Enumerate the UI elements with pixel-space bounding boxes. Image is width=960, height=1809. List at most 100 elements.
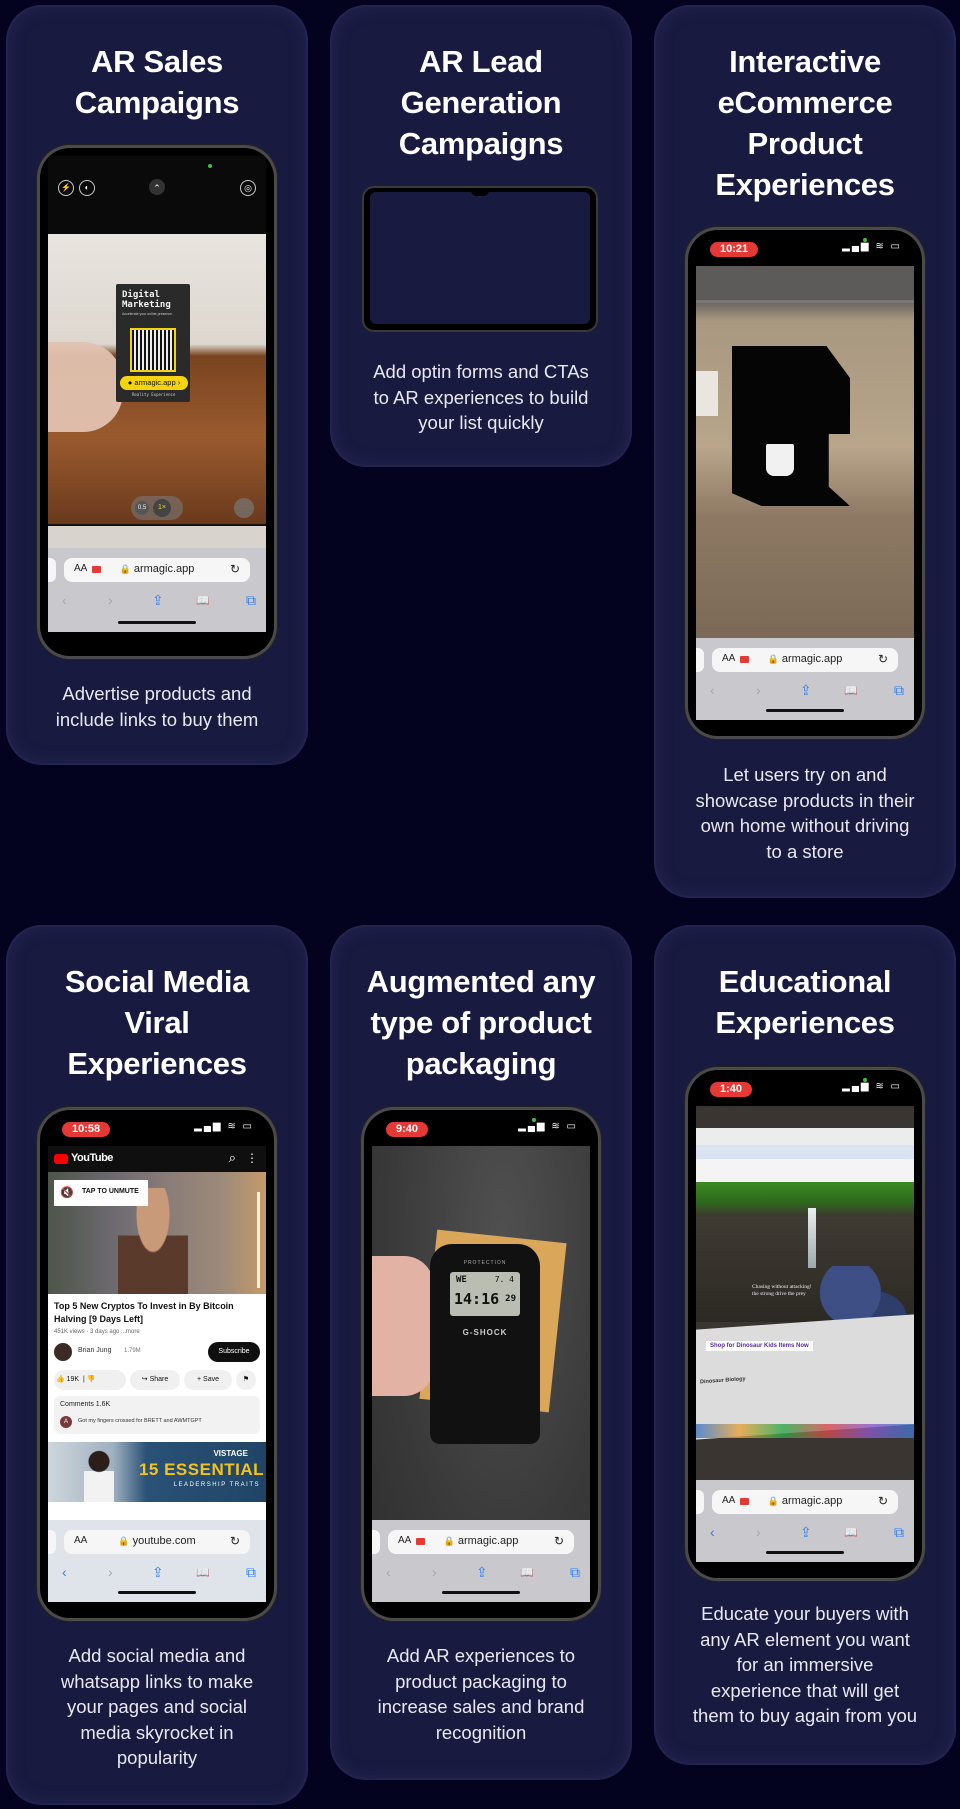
- address-bar[interactable]: AA 🔒 armagic.app ↻: [64, 558, 250, 582]
- tabs-icon[interactable]: ⧉: [894, 1524, 904, 1541]
- safari-nav-row: ‹ › ⇪ 📖 ⧉: [696, 1524, 914, 1544]
- lock-icon: 🔒: [767, 654, 779, 664]
- ad-subline: LEADERSHIP TRAITS: [173, 1482, 260, 1488]
- youtube-logo-icon: [54, 1154, 68, 1164]
- address-bar[interactable]: AA 🔒 armagic.app ↻: [712, 1490, 898, 1514]
- lock-icon: 🔒: [767, 1496, 779, 1506]
- comments-box[interactable]: Comments 1.6K A Got my fingers crossed f…: [54, 1396, 260, 1434]
- card-description: Add social media and whatsapp links to m…: [60, 1645, 254, 1768]
- tabs-icon[interactable]: ⧉: [246, 592, 256, 609]
- vistage-ad-banner[interactable]: VISTAGE 15 ESSENTIAL LEADERSHIP TRAITS: [48, 1442, 266, 1502]
- share-icon[interactable]: ⇪: [800, 1524, 812, 1541]
- tap-to-unmute-button[interactable]: 🔇 TAP TO UNMUTE: [54, 1180, 148, 1206]
- forward-icon[interactable]: ›: [756, 682, 761, 698]
- watch-date: 7. 4: [494, 1275, 514, 1284]
- back-icon[interactable]: ‹: [62, 592, 67, 608]
- address-bar[interactable]: AA 🔒 armagic.app ↻: [712, 648, 898, 672]
- share-icon[interactable]: ⇪: [476, 1564, 488, 1581]
- zoom-controls: 0.5 1×: [131, 496, 183, 520]
- camera-settings-icon[interactable]: ◎: [240, 180, 256, 196]
- home-indicator: [766, 709, 844, 712]
- channel-avatar[interactable]: [54, 1343, 72, 1361]
- zoom-1x-button[interactable]: 1×: [153, 499, 171, 517]
- like-button[interactable]: 👍 19K | 👎: [54, 1370, 126, 1390]
- video-meta: 451K views · 3 days ago ...more: [54, 1329, 140, 1335]
- armagic-cta-pill[interactable]: ● armagic.app ›: [120, 376, 188, 390]
- tabs-icon[interactable]: ⧉: [570, 1564, 580, 1581]
- status-bar: 10:21 ▂▄▆ ≋ ▭: [688, 230, 922, 264]
- bookmarks-icon[interactable]: 📖: [844, 1526, 858, 1539]
- forward-icon[interactable]: ›: [756, 1524, 761, 1540]
- share-button[interactable]: ↪ Share: [130, 1370, 180, 1390]
- safari-toolbar: AA 🔒 armagic.app ↻ ‹ › ⇪ 📖 ⧉: [696, 1480, 914, 1562]
- waterfall: [808, 1208, 816, 1268]
- bookmarks-icon[interactable]: 📖: [196, 1566, 210, 1579]
- article-heading: Dinosaur Biology: [700, 1376, 746, 1386]
- chevron-up-icon[interactable]: ⌃: [149, 179, 165, 195]
- mute-icon: 🔇: [60, 1187, 74, 1199]
- url-text: armagic.app: [457, 1535, 519, 1547]
- back-icon[interactable]: ‹: [386, 1564, 391, 1580]
- share-icon[interactable]: ⇪: [152, 592, 164, 609]
- previous-tab-stub: [48, 1530, 56, 1554]
- live-photo-icon[interactable]: ◐: [79, 180, 95, 196]
- home-indicator: [118, 1591, 196, 1594]
- bookmarks-icon[interactable]: 📖: [196, 594, 210, 607]
- forward-icon[interactable]: ›: [432, 1564, 437, 1580]
- reload-icon[interactable]: ↻: [878, 1494, 888, 1508]
- channel-name[interactable]: Brian Jung: [78, 1347, 111, 1354]
- back-icon[interactable]: ‹: [710, 682, 715, 698]
- card-description: Add optin forms and CTAs to AR experienc…: [373, 361, 589, 433]
- status-time: 1:40: [710, 1082, 753, 1097]
- youtube-logo-text: YouTube: [71, 1152, 113, 1164]
- share-icon[interactable]: ⇪: [152, 1564, 164, 1581]
- address-bar[interactable]: AA 🔒 armagic.app ↻: [388, 1530, 574, 1554]
- status-bar: 9:40 ▂▄▆ ≋ ▭: [364, 1110, 598, 1144]
- back-icon[interactable]: ‹: [710, 1524, 715, 1540]
- more-icon[interactable]: ⋮: [246, 1151, 258, 1165]
- action-row: 👍 19K | 👎 ↪ Share + Save ⚑: [54, 1370, 266, 1390]
- card-description: Let users try on and showcase products i…: [695, 764, 915, 862]
- address-bar[interactable]: AA 🔒 youtube.com ↻: [64, 1530, 250, 1554]
- card-description: Add AR experiences to product packaging …: [377, 1645, 585, 1743]
- reload-icon[interactable]: ↻: [230, 1534, 240, 1548]
- safari-nav-row: ‹ › ⇪ 📖 ⧉: [48, 1564, 266, 1584]
- ar-caption: Chasing without attacking! the strong dr…: [752, 1284, 812, 1297]
- reload-icon[interactable]: ↻: [554, 1534, 564, 1548]
- safari-toolbar: AA 🔒 armagic.app ↻ ‹ › ⇪ 📖 ⧉: [48, 548, 266, 632]
- phone-mockup: 9:40 ▂▄▆ ≋ ▭ PROTECTION WE 7. 4 14:16 29…: [364, 1110, 598, 1618]
- ar-dinosaur-screen: Chasing without attacking! the strong dr…: [696, 1106, 914, 1562]
- search-icon[interactable]: ⌕: [229, 1150, 236, 1166]
- back-icon[interactable]: ‹: [62, 1564, 67, 1580]
- phone-mockup: 10:21 ▂▄▆ ≋ ▭ AA 🔒 armagic.app ↻ ‹ › ⇪ 📖…: [688, 230, 922, 736]
- bookmarks-icon[interactable]: 📖: [520, 1566, 534, 1579]
- bookmarks-icon[interactable]: 📖: [844, 684, 858, 697]
- zoom-0.5-button[interactable]: 0.5: [135, 501, 149, 515]
- card-title: Educational Experiences: [715, 964, 895, 1040]
- status-icons: ▂▄▆ ≋ ▭: [518, 1121, 578, 1132]
- reload-icon[interactable]: ↻: [878, 652, 888, 666]
- tabs-icon[interactable]: ⧉: [894, 682, 904, 699]
- qr-scan-icon[interactable]: [234, 498, 254, 518]
- forward-icon[interactable]: ›: [108, 592, 113, 608]
- mac-dock: [696, 1424, 914, 1438]
- comment-text: Got my fingers crossed for BRETT and AWM…: [78, 1418, 202, 1424]
- safari-toolbar: AA 🔒 armagic.app ↻ ‹ › ⇪ 📖 ⧉: [696, 638, 914, 720]
- phone-mockup: 10:58 ▂▄▆ ≋ ▭ YouTube ⌕ ⋮ 🔇 TAP TO UNMUT…: [40, 1110, 274, 1618]
- ar-watch-screen: PROTECTION WE 7. 4 14:16 29 G-SHOCK AA 🔒…: [372, 1146, 590, 1602]
- watch-day: WE: [456, 1275, 467, 1285]
- video-title[interactable]: Top 5 New Cryptos To Invest in By Bitcoi…: [54, 1300, 254, 1326]
- video-player[interactable]: 🔇 TAP TO UNMUTE: [48, 1172, 266, 1294]
- reload-icon[interactable]: ↻: [230, 562, 240, 576]
- share-icon[interactable]: ⇪: [800, 682, 812, 699]
- watch-display: WE 7. 4 14:16 29: [450, 1272, 520, 1316]
- subscribe-button[interactable]: Subscribe: [208, 1342, 260, 1362]
- forward-icon[interactable]: ›: [108, 1564, 113, 1580]
- shop-dinosaur-cta[interactable]: Shop for Dinosaur Kids Items Now: [706, 1341, 813, 1351]
- report-flag-icon[interactable]: ⚑: [236, 1370, 256, 1390]
- save-button[interactable]: + Save: [184, 1370, 232, 1390]
- flash-icon[interactable]: ⚡: [58, 180, 74, 196]
- status-icons: ▂▄▆ ≋ ▭: [842, 241, 902, 252]
- tabs-icon[interactable]: ⧉: [246, 1564, 256, 1581]
- previous-tab-stub: [372, 1530, 380, 1554]
